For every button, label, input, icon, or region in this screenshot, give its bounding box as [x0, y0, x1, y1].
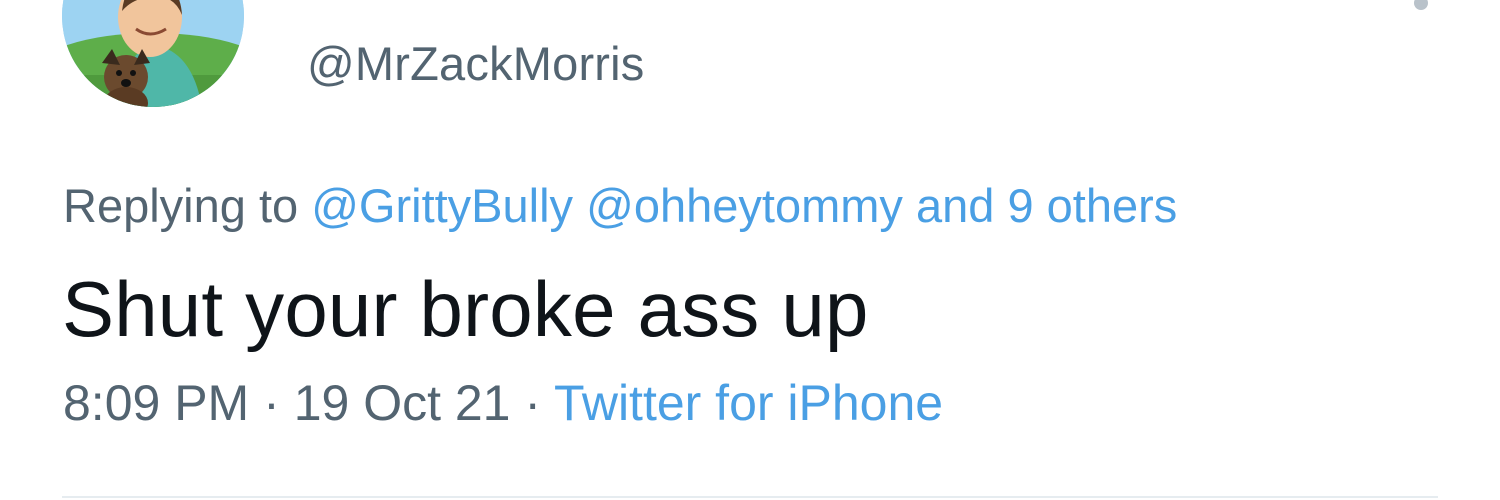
separator: · [263, 375, 280, 431]
tweet-source-link[interactable]: Twitter for iPhone [554, 375, 943, 431]
avatar[interactable] [62, 0, 244, 107]
tweet-metadata: 8:09 PM · 19 Oct 21 · Twitter for iPhone [63, 374, 943, 432]
user-handle[interactable]: @MrZackMorris [307, 36, 645, 91]
avatar-image [62, 0, 244, 107]
tweet-text: Shut your broke ass up [62, 265, 869, 353]
reply-prefix: Replying to [63, 179, 299, 232]
more-options-icon[interactable] [1414, 0, 1428, 10]
tweet-date[interactable]: 19 Oct 21 [294, 375, 511, 431]
reply-context: Replying to @GrittyBully @ohheytommy and… [63, 178, 1177, 233]
divider [62, 496, 1438, 498]
separator: · [524, 375, 542, 431]
mention-link[interactable]: @ohheytommy [586, 179, 903, 232]
reply-others-link[interactable]: and 9 others [916, 179, 1177, 232]
tweet-time[interactable]: 8:09 PM [63, 375, 249, 431]
mention-link[interactable]: @GrittyBully [311, 179, 573, 232]
